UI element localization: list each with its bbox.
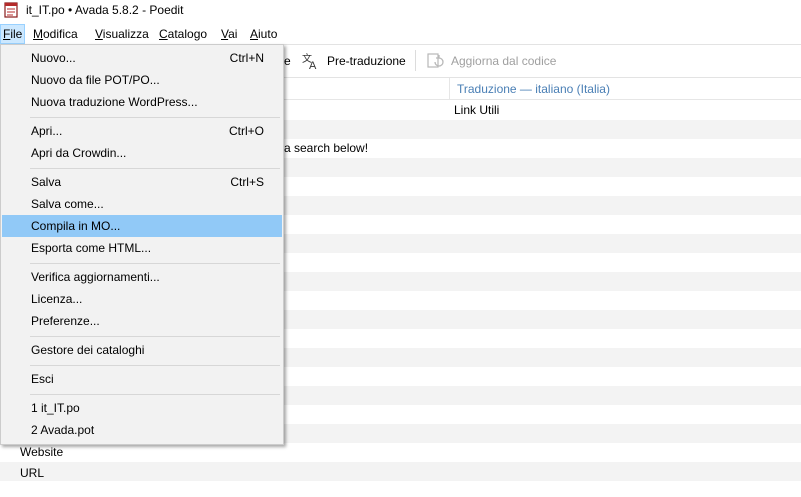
menu-item-label: Esci xyxy=(31,372,54,386)
menu-separator xyxy=(30,263,280,264)
pretranslate-button[interactable]: 文 A Pre-traduzione xyxy=(301,45,406,76)
update-from-source-button[interactable]: Aggiorna dal codice xyxy=(426,45,556,76)
menu-file[interactable]: File xyxy=(0,24,26,44)
source-cell: URL xyxy=(20,466,45,480)
menu-separator xyxy=(30,336,280,337)
list-row[interactable]: Website xyxy=(0,443,801,462)
poedit-app-icon xyxy=(4,2,19,18)
menu-visualizza-mnemonic: V xyxy=(95,27,103,41)
file-menu-dropdown: Nuovo... Ctrl+N Nuovo da file POT/PO... … xyxy=(0,44,284,445)
menu-separator xyxy=(30,117,280,118)
title-bar: it_IT.po • Avada 5.8.2 - Poedit xyxy=(0,0,801,22)
menu-item-label: Nuova traduzione WordPress... xyxy=(31,95,198,109)
menu-modifica-label: odifica xyxy=(43,27,78,41)
update-from-source-label: Aggiorna dal codice xyxy=(451,53,557,68)
menu-aiuto[interactable]: Aiuto xyxy=(248,24,279,44)
menu-item-label: Apri... xyxy=(31,124,63,138)
menu-item-recent-2[interactable]: 2 Avada.pot xyxy=(2,419,282,441)
menu-aiuto-label: iuto xyxy=(258,27,278,41)
menu-modifica-mnemonic: M xyxy=(33,27,43,41)
update-from-source-icon xyxy=(426,52,444,70)
column-divider[interactable] xyxy=(449,78,450,100)
menu-visualizza-label: isualizza xyxy=(102,27,149,41)
source-cell: Website xyxy=(20,445,64,459)
menu-item-preferenze[interactable]: Preferenze... xyxy=(2,310,282,332)
menu-item-nuovo[interactable]: Nuovo... Ctrl+N xyxy=(2,47,282,69)
poedit-window: it_IT.po • Avada 5.8.2 - Poedit File Mod… xyxy=(0,0,801,497)
menu-item-label: Salva come... xyxy=(31,197,104,211)
menu-item-apri[interactable]: Apri... Ctrl+O xyxy=(2,120,282,142)
toolbar-separator xyxy=(415,50,416,71)
column-header-translation[interactable]: Traduzione — italiano (Italia) xyxy=(457,82,610,96)
menu-item-verifica-aggiornamenti[interactable]: Verifica aggiornamenti... xyxy=(2,266,282,288)
menu-vai-label: ai xyxy=(228,27,238,41)
menu-item-label: Apri da Crowdin... xyxy=(31,146,127,160)
menu-item-label: Licenza... xyxy=(31,292,83,306)
menu-item-label: Gestore dei cataloghi xyxy=(31,343,145,357)
window-title: it_IT.po • Avada 5.8.2 - Poedit xyxy=(26,3,184,17)
menu-item-shortcut: Ctrl+N xyxy=(229,51,264,65)
menu-item-shortcut: Ctrl+O xyxy=(228,124,264,138)
menu-separator xyxy=(30,365,280,366)
svg-text:A: A xyxy=(309,60,317,70)
menu-catalogo-label: atalogo xyxy=(167,27,208,41)
menu-item-shortcut: Ctrl+S xyxy=(230,175,264,189)
translation-cell: Link Utili xyxy=(454,103,500,117)
menu-item-salva-come[interactable]: Salva come... xyxy=(2,193,282,215)
menu-item-label: Preferenze... xyxy=(31,314,100,328)
toolbar-hidden-button-label: e xyxy=(284,53,291,68)
menu-catalogo[interactable]: Catalogo xyxy=(157,24,209,44)
menu-item-gestore-cataloghi[interactable]: Gestore dei cataloghi xyxy=(2,339,282,361)
menu-aiuto-mnemonic: A xyxy=(250,27,259,41)
menu-item-nuovo-da-file[interactable]: Nuovo da file POT/PO... xyxy=(2,69,282,91)
menu-item-salva[interactable]: Salva Ctrl+S xyxy=(2,171,282,193)
menu-item-recent-1[interactable]: 1 it_IT.po xyxy=(2,397,282,419)
list-row[interactable]: URL xyxy=(0,462,801,481)
menu-item-label: Salva xyxy=(31,175,62,189)
menu-item-label: Compila in MO... xyxy=(31,219,121,233)
menu-item-label: Verifica aggiornamenti... xyxy=(31,270,160,284)
menu-visualizza[interactable]: Visualizza xyxy=(93,24,151,44)
translate-icon: 文 A xyxy=(301,52,321,72)
menu-vai[interactable]: Vai xyxy=(219,24,239,44)
menu-item-label: Nuovo da file POT/PO... xyxy=(31,73,160,87)
menu-item-label: 2 Avada.pot xyxy=(31,423,95,437)
menu-separator xyxy=(30,168,280,169)
menu-item-label: Esporta come HTML... xyxy=(31,241,152,255)
menu-modifica[interactable]: Modifica xyxy=(31,24,80,44)
toolbar-hidden-button-tail[interactable]: e xyxy=(284,45,291,76)
source-cell: a search below! xyxy=(284,141,369,155)
menu-file-label: ile xyxy=(10,27,23,41)
menu-item-esporta-html[interactable]: Esporta come HTML... xyxy=(2,237,282,259)
pretranslate-label: Pre-traduzione xyxy=(327,53,406,68)
menu-item-compila-in-mo[interactable]: Compila in MO... xyxy=(2,215,282,237)
menu-item-label: Nuovo... xyxy=(31,51,76,65)
menu-item-licenza[interactable]: Licenza... xyxy=(2,288,282,310)
menu-item-nuova-traduzione-wordpress[interactable]: Nuova traduzione WordPress... xyxy=(2,91,282,113)
menu-item-label: 1 it_IT.po xyxy=(31,401,80,415)
menu-bar: File Modifica Visualizza Catalogo Vai Ai… xyxy=(0,24,801,44)
menu-item-apri-da-crowdin[interactable]: Apri da Crowdin... xyxy=(2,142,282,164)
menu-catalogo-mnemonic: C xyxy=(159,27,168,41)
menu-item-esci[interactable]: Esci xyxy=(2,368,282,390)
menu-separator xyxy=(30,394,280,395)
